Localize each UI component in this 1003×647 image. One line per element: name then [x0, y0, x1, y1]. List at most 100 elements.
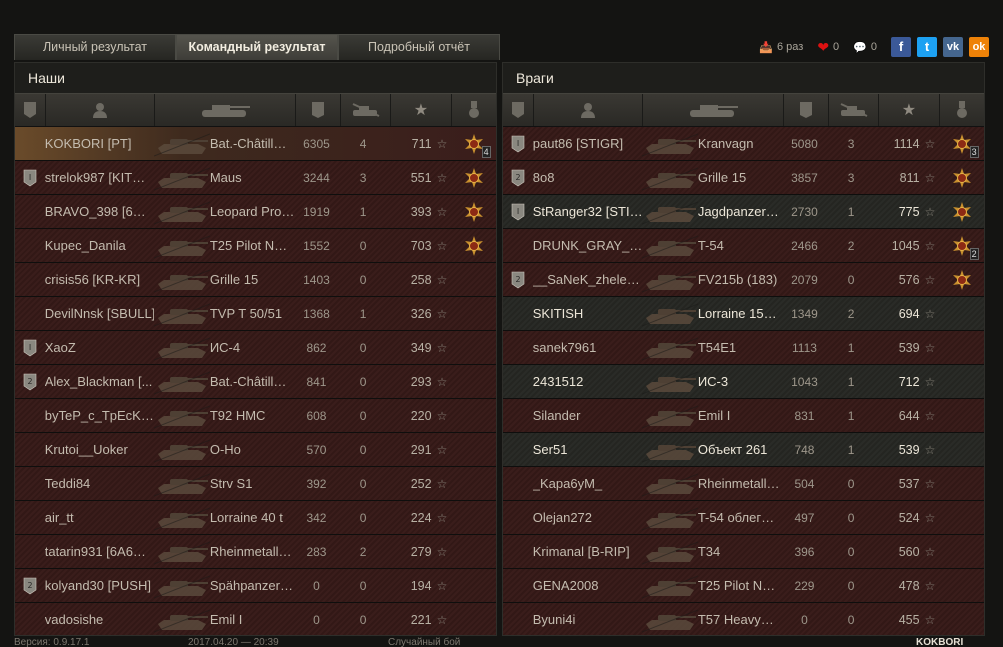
medal-cell[interactable]	[939, 399, 984, 432]
player-column-icon[interactable]	[534, 94, 644, 126]
player-name[interactable]: byTeP_c_TpEcK…	[45, 399, 154, 432]
medal-cell[interactable]	[939, 467, 984, 500]
medal-cell[interactable]	[451, 195, 496, 228]
player-name[interactable]: DRUNK_GRAY_…	[533, 229, 642, 262]
player-row[interactable]: sanek7961 T54E1 1113 1 539 ☆	[503, 331, 984, 365]
player-row[interactable]: Istrelok987 [KIT… Maus 3244 3 551 ☆	[15, 161, 496, 195]
player-row[interactable]: Ser51 Объект 261 748 1 539 ☆	[503, 433, 984, 467]
player-name[interactable]: Alex_Blackman [...	[45, 365, 154, 398]
player-name[interactable]: __SaNeK_zhele…	[533, 263, 642, 296]
player-row[interactable]: Teddi84 Strv S1 392 0 252 ☆	[15, 467, 496, 501]
player-name[interactable]: Byuni4i	[533, 603, 642, 635]
player-name[interactable]: KOKBORI [PT]	[45, 127, 154, 160]
medal-cell[interactable]: 2	[939, 229, 984, 262]
player-row[interactable]: KOKBORI [PT] Bat.-Châtill… 6305 4 711 ☆ 4	[15, 127, 496, 161]
player-row[interactable]: I StRanger32 [STI… Jagdpanzer… 2730 1 775 ☆	[503, 195, 984, 229]
medal-cell[interactable]	[451, 603, 496, 635]
medals-column-icon[interactable]	[940, 94, 984, 126]
player-name[interactable]: 2431512	[533, 365, 642, 398]
player-name[interactable]: kolyand30 [PUSH]	[45, 569, 154, 602]
vk-share-icon[interactable]: vk	[943, 37, 963, 57]
medal-cell[interactable]	[939, 433, 984, 466]
player-name[interactable]: StRanger32 [STI…	[533, 195, 642, 228]
likes-counter[interactable]: ❤ 0	[817, 39, 839, 56]
twitter-share-icon[interactable]: t	[917, 37, 937, 57]
medal-cell[interactable]	[451, 569, 496, 602]
medal-cell[interactable]	[939, 331, 984, 364]
player-name[interactable]: Ser51	[533, 433, 642, 466]
player-row[interactable]: _Kapa6yM_ Rheinmetall… 504 0 537 ☆	[503, 467, 984, 501]
player-row[interactable]: 2 Alex_Blackman [... Bat.-Châtill… 841 0 293 ☆	[15, 365, 496, 399]
ok-share-icon[interactable]: ok	[969, 37, 989, 57]
medal-cell[interactable]	[939, 569, 984, 602]
medal-cell[interactable]	[939, 297, 984, 330]
player-row[interactable]: 2431512 ИС-3 1043 1 712 ☆	[503, 365, 984, 399]
player-row[interactable]: Silander Emil I 831 1 644 ☆	[503, 399, 984, 433]
medal-cell[interactable]	[451, 535, 496, 568]
damage-column-icon[interactable]	[296, 94, 341, 126]
player-row[interactable]: SKITISH Lorraine 15… 1349 2 694 ☆	[503, 297, 984, 331]
player-row[interactable]: air_tt Lorraine 40 t 342 0 224 ☆	[15, 501, 496, 535]
medal-cell[interactable]	[451, 161, 496, 194]
player-row[interactable]: Ipaut86 [STIGR] Kranvagn 5080 3 1114 ☆ 3	[503, 127, 984, 161]
player-name[interactable]: vadosishe	[45, 603, 154, 635]
player-name[interactable]: crisis56 [KR-KR]	[45, 263, 154, 296]
player-column-icon[interactable]	[46, 94, 156, 126]
xp-column-icon[interactable]: ★	[879, 94, 940, 126]
badge-column-icon[interactable]	[503, 94, 534, 126]
player-name[interactable]: 8o8	[533, 161, 642, 194]
medal-cell[interactable]	[451, 399, 496, 432]
player-name[interactable]: GENA2008	[533, 569, 642, 602]
medal-cell[interactable]: 3	[939, 127, 984, 160]
frags-column-icon[interactable]	[341, 94, 392, 126]
badge-column-icon[interactable]	[15, 94, 46, 126]
medal-cell[interactable]	[939, 501, 984, 534]
medal-cell[interactable]	[451, 467, 496, 500]
tab-detailed[interactable]: Подробный отчёт	[338, 34, 500, 60]
player-name[interactable]: tatarin931 [6A6…	[45, 535, 154, 568]
tab-personal[interactable]: Личный результат	[14, 34, 176, 60]
medal-cell[interactable]	[451, 365, 496, 398]
tab-team[interactable]: Командный результат	[176, 34, 338, 60]
medal-cell[interactable]	[451, 433, 496, 466]
medal-cell[interactable]	[451, 263, 496, 296]
player-row[interactable]: Krutoi__Uoker O-Ho 570 0 291 ☆	[15, 433, 496, 467]
player-row[interactable]: crisis56 [KR-KR] Grille 15 1403 0 258 ☆	[15, 263, 496, 297]
player-row[interactable]: tatarin931 [6A6… Rheinmetall… 283 2 279 ☆	[15, 535, 496, 569]
player-name[interactable]: _Kapa6yM_	[533, 467, 642, 500]
player-name[interactable]: Krutoi__Uoker	[45, 433, 154, 466]
player-row[interactable]: I XaoZ ИС-4 862 0 349 ☆	[15, 331, 496, 365]
frags-column-icon[interactable]	[829, 94, 880, 126]
medal-cell[interactable]	[939, 535, 984, 568]
player-name[interactable]: paut86 [STIGR]	[533, 127, 642, 160]
medal-cell[interactable]: 4	[451, 127, 496, 160]
facebook-share-icon[interactable]: f	[891, 37, 911, 57]
xp-column-icon[interactable]: ★	[391, 94, 452, 126]
player-row[interactable]: vadosishe Emil I 0 0 221 ☆	[15, 603, 496, 635]
player-name[interactable]: sanek7961	[533, 331, 642, 364]
medal-cell[interactable]	[939, 603, 984, 635]
player-name[interactable]: Kupec_Danila	[45, 229, 154, 262]
player-row[interactable]: BRAVO_398 [6… Leopard Pro… 1919 1 393 ☆	[15, 195, 496, 229]
medal-cell[interactable]	[451, 501, 496, 534]
comments-counter[interactable]: 💬 0	[853, 41, 877, 54]
medal-cell[interactable]	[939, 195, 984, 228]
player-row[interactable]: Krimanal [B-RIP] T34 396 0 560 ☆	[503, 535, 984, 569]
player-row[interactable]: 2 __SaNeK_zhele… FV215b (183) 2079 0 576 ☆	[503, 263, 984, 297]
player-row[interactable]: 2 kolyand30 [PUSH] Spähpanzer… 0 0 194 ☆	[15, 569, 496, 603]
player-name[interactable]: Olejan272	[533, 501, 642, 534]
player-name[interactable]: Krimanal [B-RIP]	[533, 535, 642, 568]
player-row[interactable]: DRUNK_GRAY_… T-54 2466 2 1045 ☆ 2	[503, 229, 984, 263]
player-row[interactable]: GENA2008 T25 Pilot N… 229 0 478 ☆	[503, 569, 984, 603]
player-name[interactable]: Teddi84	[45, 467, 154, 500]
player-row[interactable]: byTeP_c_TpEcK… T92 HMC 608 0 220 ☆	[15, 399, 496, 433]
medal-cell[interactable]	[939, 263, 984, 296]
player-name[interactable]: SKITISH	[533, 297, 642, 330]
tank-column-icon[interactable]	[155, 94, 297, 126]
medal-cell[interactable]	[939, 161, 984, 194]
medal-cell[interactable]	[451, 331, 496, 364]
player-row[interactable]: 2 8o8 Grille 15 3857 3 811 ☆	[503, 161, 984, 195]
player-name[interactable]: Silander	[533, 399, 642, 432]
medal-cell[interactable]	[939, 365, 984, 398]
damage-column-icon[interactable]	[784, 94, 829, 126]
